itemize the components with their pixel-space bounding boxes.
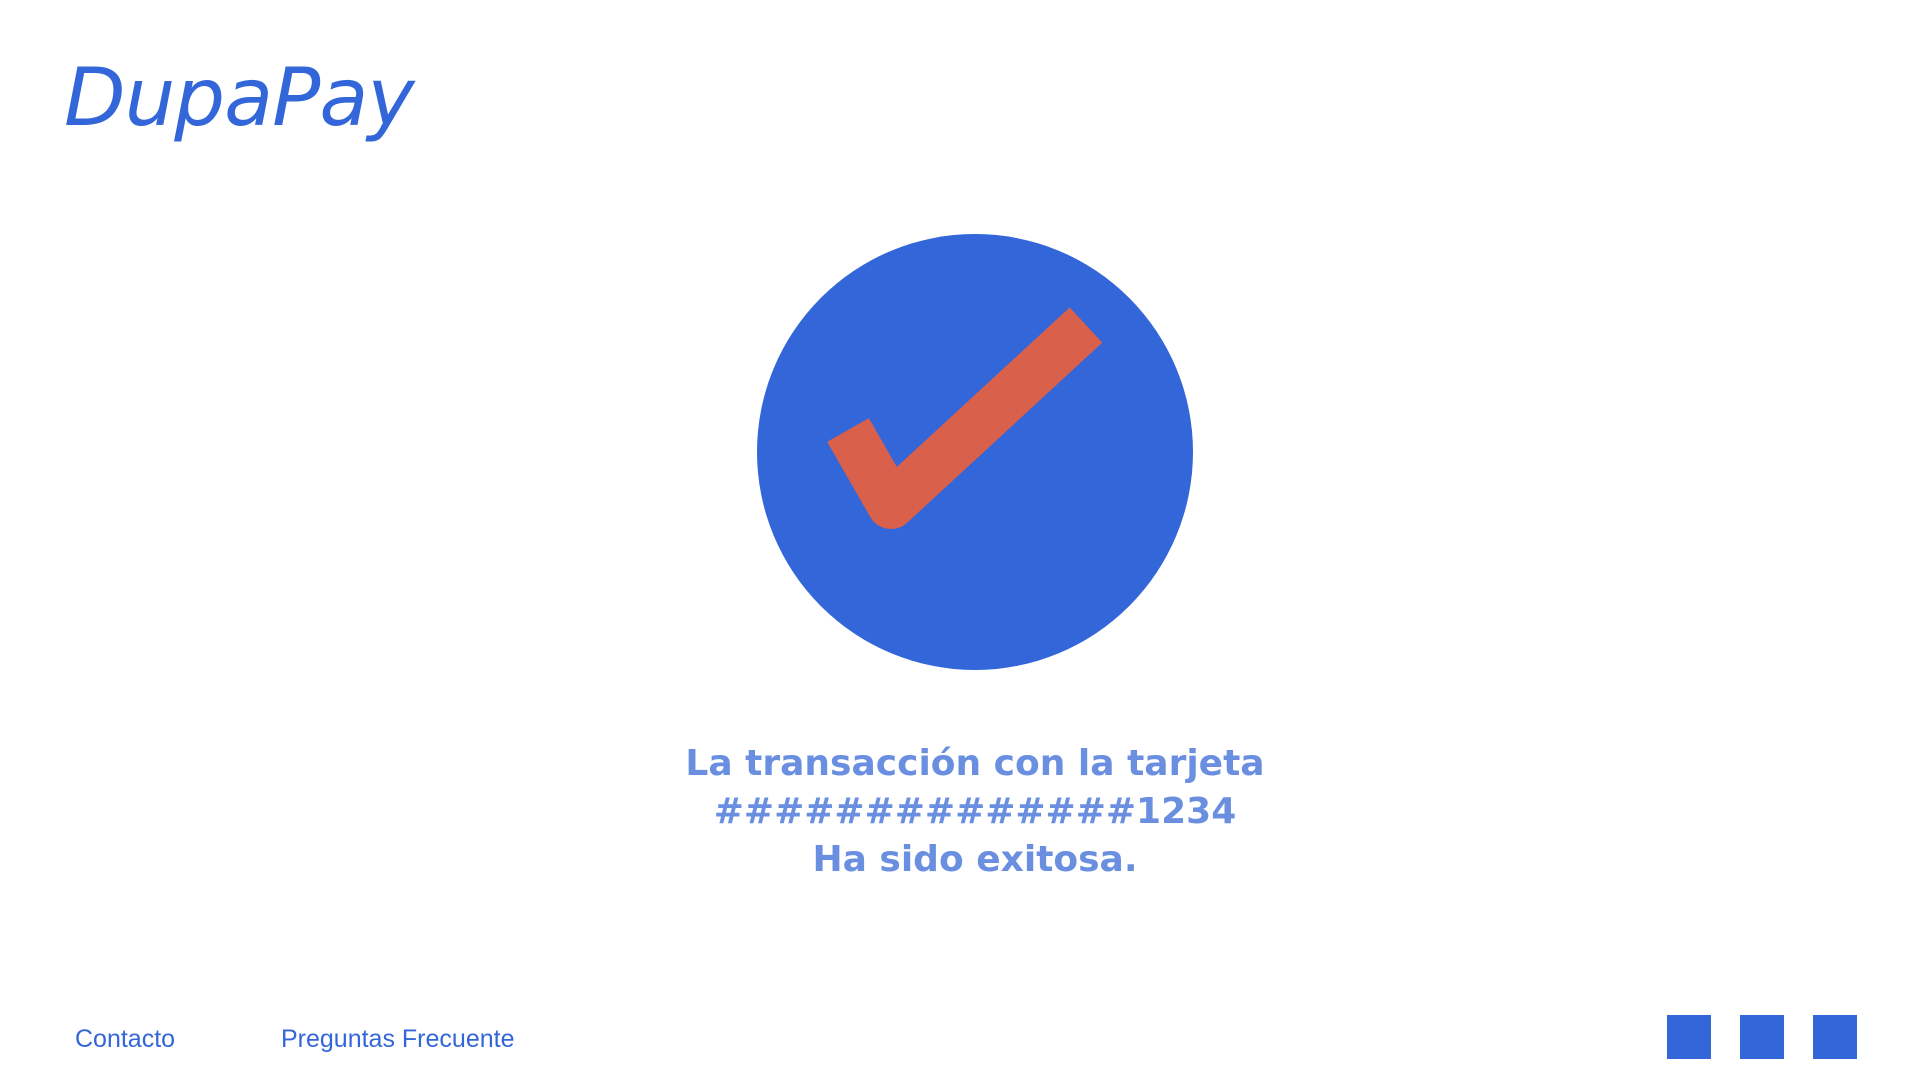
footer-link-contacto[interactable]: Contacto [75,1025,175,1054]
footer-square-button-2[interactable] [1740,1015,1784,1059]
brand-logo[interactable]: DupaPay [64,58,415,138]
footer-square-button-3[interactable] [1813,1015,1857,1059]
success-check-icon [757,234,1193,670]
masked-card-number: ##############1234 [713,791,1237,832]
footer-link-preguntas-frecuentes[interactable]: Preguntas Frecuente [281,1025,514,1054]
transaction-message: La transacción con la tarjeta ##########… [560,740,1390,884]
message-line-3: Ha sido exitosa. [812,839,1138,880]
footer-square-button-1[interactable] [1667,1015,1711,1059]
payment-success-page: DupaPay La transacción con la tarjeta ##… [0,0,1920,1080]
message-line-1: La transacción con la tarjeta [685,743,1265,784]
